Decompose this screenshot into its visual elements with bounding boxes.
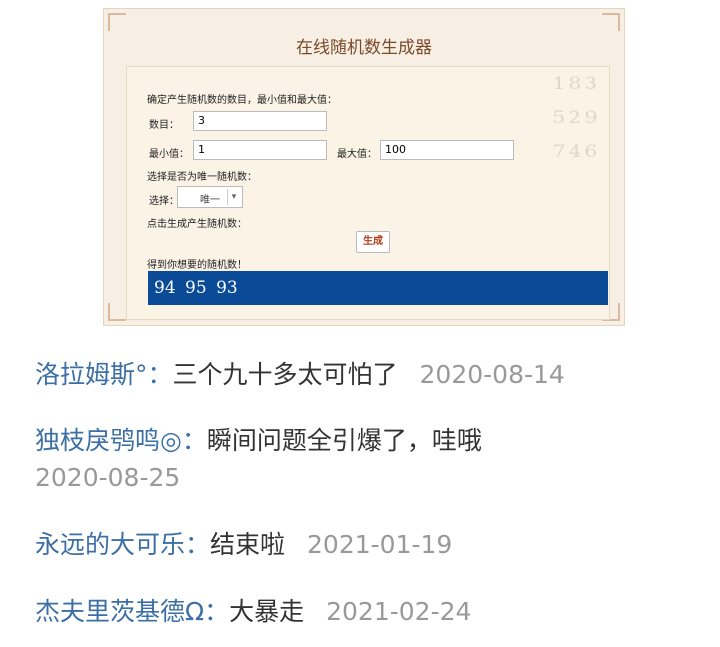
min-label: 最小值： xyxy=(149,149,189,160)
corner-ornament xyxy=(108,303,126,321)
generator-title: 在线随机数生成器 xyxy=(296,38,432,58)
comment-date: 2020-08-14 xyxy=(419,360,565,389)
decorative-digits-watermark: ¹⁸³ ⁵²⁹ ⁷⁴⁶ xyxy=(552,72,601,175)
intro-text: 确定产生随机数的数目，最小值和最大值： xyxy=(147,95,337,106)
comment-username[interactable]: 洛拉姆斯°： xyxy=(35,360,173,389)
generator-panel: ¹⁸³ ⁵²⁹ ⁷⁴⁶ 确定产生随机数的数目，最小值和最大值： 数目： 3 最小值：… xyxy=(126,66,610,320)
chevron-down-icon: ▾ xyxy=(227,189,240,205)
comment-item: 洛拉姆斯°：三个九十多太可怕了 2020-08-14 xyxy=(35,356,695,393)
comment-date: 2021-01-19 xyxy=(307,530,453,559)
corner-ornament xyxy=(602,13,620,31)
comment-text: 三个九十多太可怕了 xyxy=(172,360,398,389)
unique-prompt: 选择是否为唯一随机数： xyxy=(147,172,257,183)
unique-select-value: 唯一 xyxy=(200,195,220,206)
comment-username[interactable]: 永远的大可乐： xyxy=(35,530,210,559)
comment-username[interactable]: 独枝戾鸮鸣◎： xyxy=(35,426,207,455)
select-label: 选择： xyxy=(149,196,179,207)
comment-item: 杰夫里茨基德Ω：大暴走 2021-02-24 xyxy=(35,593,695,630)
count-input[interactable]: 3 xyxy=(193,111,327,131)
count-label: 数目： xyxy=(149,120,179,131)
comment-item: 独枝戾鸮鸣◎：瞬间问题全引爆了，哇哦 2020-08-25 xyxy=(35,422,695,496)
generator-screenshot: 在线随机数生成器 ¹⁸³ ⁵²⁹ ⁷⁴⁶ 确定产生随机数的数目，最小值和最大值： 数… xyxy=(103,8,625,326)
result-display: 94 95 93 xyxy=(148,271,608,305)
unique-select[interactable]: 唯一 ▾ xyxy=(177,186,243,208)
comment-username[interactable]: 杰夫里茨基德Ω： xyxy=(35,597,229,626)
comment-date: 2020-08-25 xyxy=(35,463,181,492)
result-label: 得到你想要的随机数！ xyxy=(147,260,247,271)
min-input[interactable]: 1 xyxy=(193,140,327,160)
generate-prompt: 点击生成产生随机数： xyxy=(147,219,247,230)
comment-text: 结束啦 xyxy=(210,530,286,559)
comment-text: 瞬间问题全引爆了，哇哦 xyxy=(206,426,482,455)
max-label: 最大值： xyxy=(337,149,377,160)
comment-date: 2021-02-24 xyxy=(326,597,472,626)
comment-item: 永远的大可乐：结束啦 2021-01-19 xyxy=(35,526,695,563)
corner-ornament xyxy=(108,13,126,31)
max-input[interactable]: 100 xyxy=(380,140,514,160)
generate-button[interactable]: 生成 xyxy=(356,231,390,253)
comment-text: 大暴走 xyxy=(229,597,305,626)
